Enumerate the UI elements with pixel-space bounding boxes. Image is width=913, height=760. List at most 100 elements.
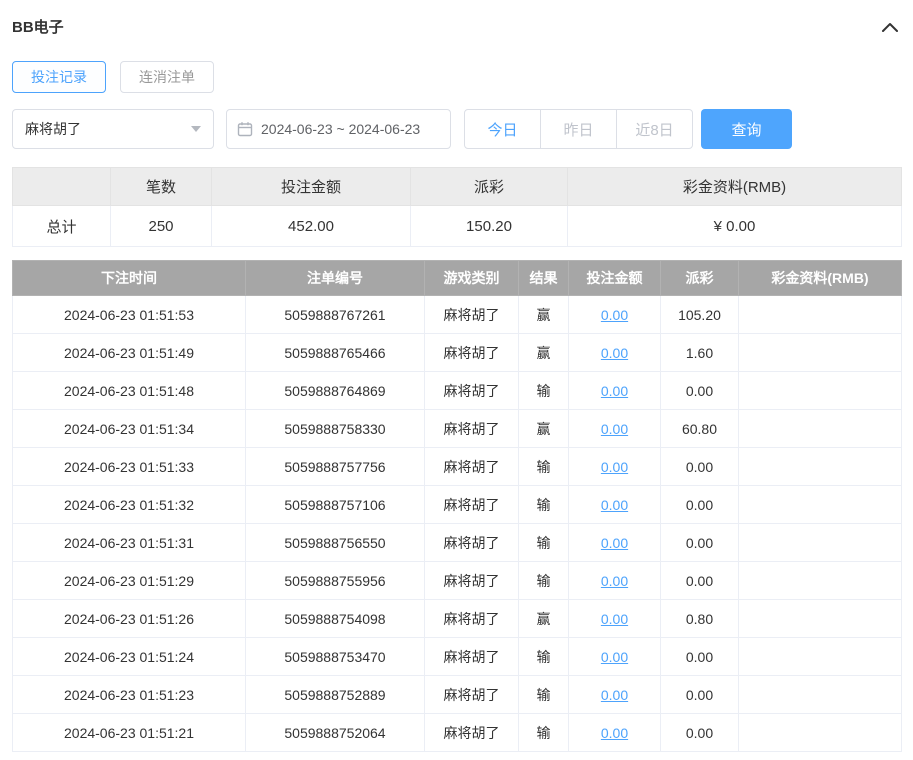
bet-time-cell: 2024-06-23 01:51:33	[12, 447, 246, 486]
bet-amount-cell: 0.00	[568, 599, 661, 638]
bet-time-cell: 2024-06-23 01:51:48	[12, 371, 246, 410]
bet-amount-cell: 0.00	[568, 713, 661, 752]
game-type-cell: 麻将胡了	[424, 371, 519, 410]
bet-amount-link[interactable]: 0.00	[601, 573, 628, 589]
result-cell: 赢	[518, 295, 569, 334]
records-table: 下注时间 注单编号 游戏类别 结果 投注金额 派彩 彩金资料(RMB) 2024…	[12, 260, 902, 752]
order-id-cell: 5059888764869	[245, 371, 425, 410]
result-cell: 赢	[518, 333, 569, 372]
bet-amount-link[interactable]: 0.00	[601, 421, 628, 437]
bonus-cell	[738, 371, 902, 410]
game-type-cell: 麻将胡了	[424, 295, 519, 334]
yesterday-button[interactable]: 昨日	[540, 109, 617, 149]
summary-total-payout: 150.20	[410, 205, 568, 247]
payout-cell: 0.00	[660, 637, 739, 676]
table-row: 2024-06-23 01:51:21 5059888752064 麻将胡了输 0.0…	[12, 713, 902, 752]
order-id-cell: 5059888754098	[245, 599, 425, 638]
header-bonus: 彩金资料(RMB)	[738, 260, 902, 296]
today-button[interactable]: 今日	[464, 109, 541, 149]
filter-bar: 麻将胡了 2024-06-23 ~ 2024-06-23 今日 昨日 近8日 查…	[12, 109, 901, 149]
result-cell: 输	[518, 371, 569, 410]
last-8-days-button[interactable]: 近8日	[616, 109, 693, 149]
bet-amount-cell: 0.00	[568, 485, 661, 524]
tab-bet-records[interactable]: 投注记录	[12, 61, 106, 93]
bet-time-cell: 2024-06-23 01:51:24	[12, 637, 246, 676]
bet-amount-link[interactable]: 0.00	[601, 497, 628, 513]
result-cell: 输	[518, 675, 569, 714]
date-range-value: 2024-06-23 ~ 2024-06-23	[261, 121, 421, 137]
table-row: 2024-06-23 01:51:26 5059888754098 麻将胡了赢 0.0…	[12, 599, 902, 638]
table-row: 2024-06-23 01:51:23 5059888752889 麻将胡了输 0.0…	[12, 675, 902, 714]
tab-bar: 投注记录 连消注单	[12, 61, 901, 93]
summary-header-row: 笔数 投注金额 派彩 彩金资料(RMB)	[12, 167, 902, 206]
bet-amount-link[interactable]: 0.00	[601, 535, 628, 551]
bonus-cell	[738, 409, 902, 448]
bet-amount-link[interactable]: 0.00	[601, 649, 628, 665]
header-game-type: 游戏类别	[424, 260, 519, 296]
bet-amount-link[interactable]: 0.00	[601, 687, 628, 703]
result-cell: 赢	[518, 409, 569, 448]
game-type-cell: 麻将胡了	[424, 675, 519, 714]
panel-header: BB电子	[0, 0, 913, 37]
search-button[interactable]: 查询	[701, 109, 792, 149]
order-id-cell: 5059888767261	[245, 295, 425, 334]
game-type-cell: 麻将胡了	[424, 637, 519, 676]
game-type-cell: 麻将胡了	[424, 485, 519, 524]
table-row: 2024-06-23 01:51:48 5059888764869 麻将胡了输 0.0…	[12, 371, 902, 410]
result-cell: 输	[518, 637, 569, 676]
bet-records-panel: BB电子 投注记录 连消注单 麻将胡了 2024-06-23 ~ 2024-06…	[0, 0, 913, 760]
bonus-cell	[738, 333, 902, 372]
result-cell: 输	[518, 485, 569, 524]
payout-cell: 60.80	[660, 409, 739, 448]
table-row: 2024-06-23 01:51:24 5059888753470 麻将胡了输 0.0…	[12, 637, 902, 676]
bet-amount-link[interactable]: 0.00	[601, 307, 628, 323]
bet-amount-link[interactable]: 0.00	[601, 383, 628, 399]
game-type-cell: 麻将胡了	[424, 333, 519, 372]
order-id-cell: 5059888758330	[245, 409, 425, 448]
bet-amount-cell: 0.00	[568, 523, 661, 562]
header-bet-time: 下注时间	[12, 260, 246, 296]
order-id-cell: 5059888752064	[245, 713, 425, 752]
header-order-id: 注单编号	[245, 260, 425, 296]
bet-amount-link[interactable]: 0.00	[601, 611, 628, 627]
summary-header-bet-amount: 投注金额	[211, 167, 411, 206]
date-range-input[interactable]: 2024-06-23 ~ 2024-06-23	[226, 109, 451, 149]
payout-cell: 0.00	[660, 561, 739, 600]
records-header-row: 下注时间 注单编号 游戏类别 结果 投注金额 派彩 彩金资料(RMB)	[12, 260, 902, 296]
bet-amount-cell: 0.00	[568, 447, 661, 486]
bonus-cell	[738, 561, 902, 600]
bet-amount-cell: 0.00	[568, 561, 661, 600]
payout-cell: 0.00	[660, 485, 739, 524]
bonus-cell	[738, 447, 902, 486]
bet-amount-link[interactable]: 0.00	[601, 725, 628, 741]
game-type-cell: 麻将胡了	[424, 409, 519, 448]
bet-time-cell: 2024-06-23 01:51:21	[12, 713, 246, 752]
bet-amount-link[interactable]: 0.00	[601, 459, 628, 475]
order-id-cell: 5059888765466	[245, 333, 425, 372]
bet-amount-link[interactable]: 0.00	[601, 345, 628, 361]
order-id-cell: 5059888752889	[245, 675, 425, 714]
table-row: 2024-06-23 01:51:32 5059888757106 麻将胡了输 0.0…	[12, 485, 902, 524]
bet-time-cell: 2024-06-23 01:51:34	[12, 409, 246, 448]
bet-time-cell: 2024-06-23 01:51:49	[12, 333, 246, 372]
summary-total-bonus: ¥ 0.00	[567, 205, 902, 247]
bet-time-cell: 2024-06-23 01:51:53	[12, 295, 246, 334]
result-cell: 输	[518, 713, 569, 752]
bonus-cell	[738, 675, 902, 714]
game-select[interactable]: 麻将胡了	[12, 109, 214, 149]
result-cell: 赢	[518, 599, 569, 638]
game-type-cell: 麻将胡了	[424, 447, 519, 486]
table-row: 2024-06-23 01:51:53 5059888767261 麻将胡了赢 0.0…	[12, 295, 902, 334]
bonus-cell	[738, 599, 902, 638]
chevron-up-icon[interactable]	[879, 19, 901, 35]
bet-amount-cell: 0.00	[568, 675, 661, 714]
quick-date-button-group: 今日 昨日 近8日	[464, 109, 693, 149]
tab-chain-cancel-orders[interactable]: 连消注单	[120, 61, 214, 93]
table-row: 2024-06-23 01:51:34 5059888758330 麻将胡了赢 0.0…	[12, 409, 902, 448]
game-type-cell: 麻将胡了	[424, 713, 519, 752]
bet-time-cell: 2024-06-23 01:51:31	[12, 523, 246, 562]
order-id-cell: 5059888757756	[245, 447, 425, 486]
summary-total-row: 总计 250 452.00 150.20 ¥ 0.00	[12, 205, 902, 247]
summary-header-bonus: 彩金资料(RMB)	[567, 167, 902, 206]
table-row: 2024-06-23 01:51:31 5059888756550 麻将胡了输 0.0…	[12, 523, 902, 562]
